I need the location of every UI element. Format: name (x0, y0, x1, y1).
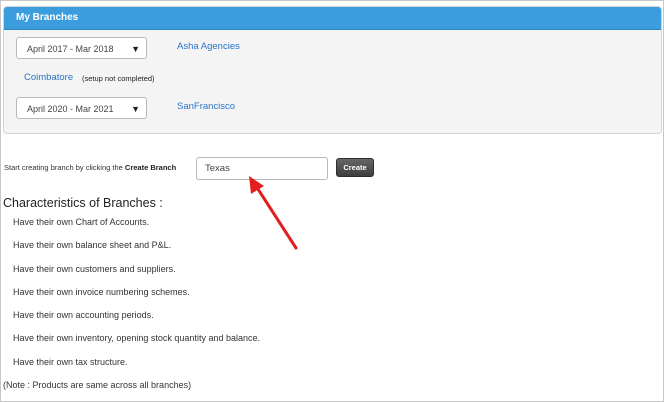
characteristics-title: Characteristics of Branches : (3, 196, 163, 210)
characteristic-item: Have their own invoice numbering schemes… (13, 287, 190, 297)
characteristic-item: Have their own balance sheet and P&L. (13, 240, 172, 250)
characteristic-item: Have their own customers and suppliers. (13, 264, 176, 274)
characteristic-item: Have their own accounting periods. (13, 310, 154, 320)
characteristic-item: Have their own inventory, opening stock … (13, 333, 260, 343)
products-note: (Note : Products are same across all bra… (3, 380, 192, 390)
characteristic-item: Have their own tax structure. (13, 357, 128, 367)
characteristic-item: Have their own Chart of Accounts. (13, 217, 150, 227)
